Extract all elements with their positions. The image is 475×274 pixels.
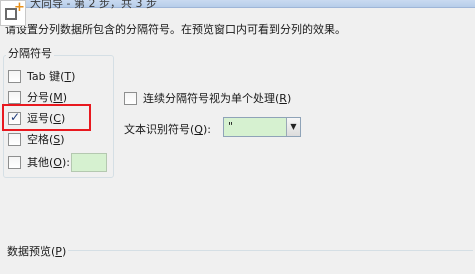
tab-checkbox-row[interactable]: Tab 键(T) bbox=[8, 68, 75, 84]
text-qualifier-label: 文本识别符号(Q): bbox=[124, 123, 211, 136]
consecutive-delimiters-row[interactable]: 连续分隔符号视为单个处理(R) bbox=[124, 90, 291, 106]
text-qualifier-value: " bbox=[228, 120, 234, 133]
semicolon-checkbox-label: 分号(M) bbox=[27, 91, 68, 104]
instruction-text: 请设置分列数据所包含的分隔符号。在预览窗口内可看到分列的效果。 bbox=[5, 23, 346, 36]
data-preview-label: 数据预览(P) bbox=[7, 245, 67, 258]
tab-checkbox[interactable] bbox=[8, 69, 21, 83]
other-checkbox-row[interactable]: 其他(O): bbox=[8, 154, 70, 170]
space-checkbox[interactable] bbox=[8, 132, 21, 146]
delimiters-group-title: 分隔符号 bbox=[6, 45, 54, 61]
other-checkbox[interactable] bbox=[8, 155, 21, 169]
window-titlebar: 大向导 - 第 2 步，共 3 步 bbox=[0, 0, 475, 10]
add-document-icon: + bbox=[0, 0, 26, 26]
window-title: 大向导 - 第 2 步，共 3 步 bbox=[30, 0, 157, 10]
space-checkbox-label: 空格(S) bbox=[27, 133, 65, 146]
semicolon-checkbox[interactable] bbox=[8, 90, 21, 104]
data-preview-divider bbox=[68, 250, 473, 251]
text-qualifier-select[interactable]: " ▼ bbox=[223, 117, 301, 137]
semicolon-checkbox-row[interactable]: 分号(M) bbox=[8, 89, 67, 105]
other-checkbox-label: 其他(O): bbox=[27, 156, 70, 169]
other-delimiter-input[interactable] bbox=[71, 153, 107, 172]
consecutive-delimiters-label: 连续分隔符号视为单个处理(R) bbox=[143, 92, 292, 105]
comma-highlight-box bbox=[2, 104, 91, 131]
consecutive-delimiters-checkbox[interactable] bbox=[124, 91, 137, 105]
chevron-down-icon[interactable]: ▼ bbox=[286, 118, 300, 136]
tab-checkbox-label: Tab 键(T) bbox=[27, 70, 76, 83]
space-checkbox-row[interactable]: 空格(S) bbox=[8, 131, 65, 147]
